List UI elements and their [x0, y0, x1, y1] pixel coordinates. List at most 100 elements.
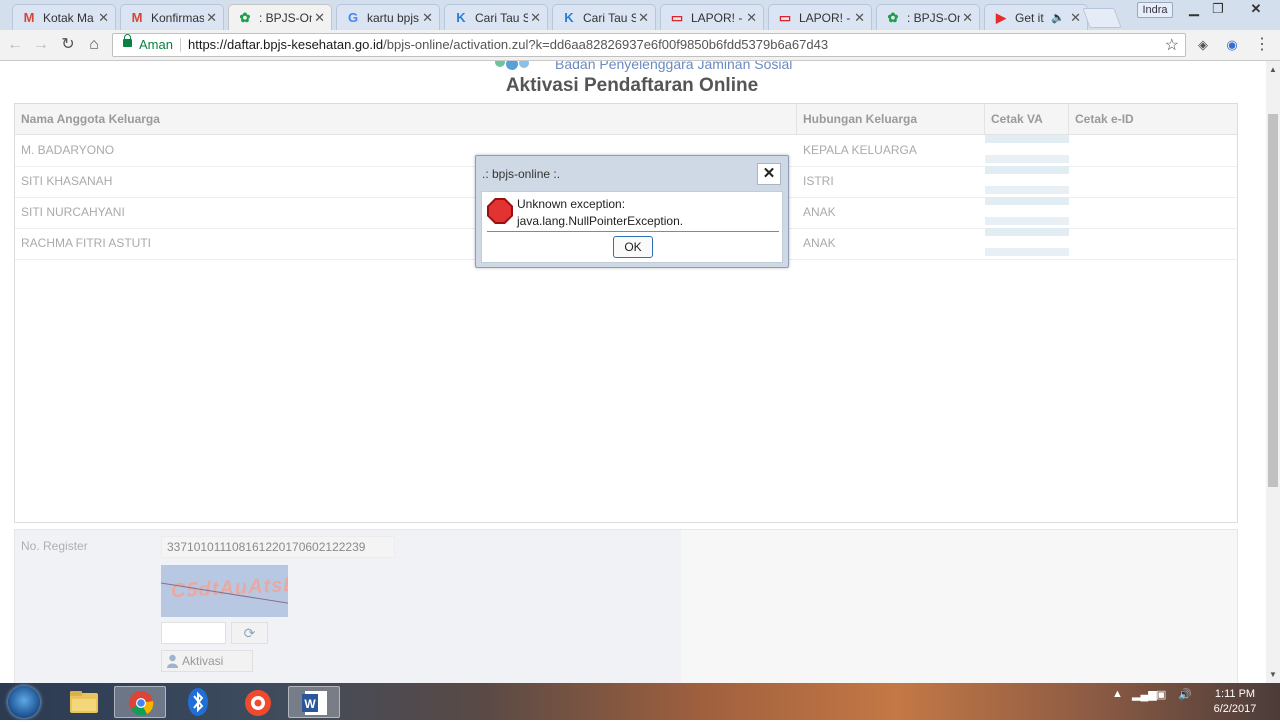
- vertical-scrollbar[interactable]: ▲ ▼: [1266, 61, 1280, 683]
- bookmark-star-icon[interactable]: ☆: [1165, 35, 1179, 55]
- bpjs-icon: ✿: [239, 9, 251, 25]
- table-header: Nama Anggota Keluarga Hubungan Keluarga …: [15, 104, 1237, 135]
- messenger-app-icon[interactable]: [230, 686, 282, 718]
- windows-taskbar: W ▲ ▂▄▆ ▣ 🔊 1:11 PM 6/2/2017: [0, 683, 1280, 720]
- close-tab-icon[interactable]: ✕: [638, 10, 649, 26]
- word-icon[interactable]: W: [288, 686, 340, 718]
- menu-icon[interactable]: ⋮: [1252, 35, 1272, 55]
- user-icon: [167, 654, 178, 668]
- close-tab-icon[interactable]: ✕: [746, 10, 757, 26]
- browser-tab[interactable]: K Cari Tau S ✕: [444, 4, 548, 30]
- lapor-icon: ▭: [778, 9, 792, 25]
- close-tab-icon[interactable]: ✕: [854, 10, 865, 26]
- print-va-cell[interactable]: [985, 197, 1069, 228]
- browser-tab[interactable]: K Cari Tau S ✕: [552, 4, 656, 30]
- new-tab-button[interactable]: [1082, 8, 1122, 28]
- divider: [180, 38, 181, 52]
- register-label: No. Register: [21, 539, 88, 553]
- browser-tab[interactable]: ▭ LAPOR! - ✕: [660, 4, 764, 30]
- profile-button[interactable]: Indra: [1137, 2, 1173, 18]
- url-text[interactable]: https://daftar.bpjs-kesehatan.go.id/bpjs…: [188, 37, 828, 52]
- close-tab-icon[interactable]: ✕: [206, 10, 217, 26]
- extension-globe-icon[interactable]: ◉: [1222, 35, 1242, 55]
- tab-title: Kotak Ma: [43, 10, 94, 25]
- url-host: https://daftar.bpjs-kesehatan.go.id: [188, 37, 384, 52]
- close-window-icon[interactable]: ✕: [1236, 1, 1276, 17]
- column-header-relation[interactable]: Hubungan Keluarga: [797, 104, 985, 134]
- gmail-icon: M: [131, 10, 143, 25]
- show-hidden-icons-icon[interactable]: ▲: [1112, 688, 1123, 700]
- dialog-body: Unknown exception: java.lang.NullPointer…: [481, 191, 783, 263]
- browser-toolbar: ← → ↻ ⌂ Aman https://daftar.bpjs-kesehat…: [0, 30, 1280, 61]
- network-signal-icon[interactable]: ▂▄▆: [1132, 688, 1157, 701]
- column-header-print-va[interactable]: Cetak VA: [985, 104, 1069, 134]
- member-relation: ISTRI: [803, 174, 834, 188]
- captcha-input[interactable]: [161, 622, 226, 644]
- column-header-name[interactable]: Nama Anggota Keluarga: [15, 104, 797, 134]
- tab-title: Cari Tau S: [583, 10, 637, 25]
- close-tab-icon[interactable]: ✕: [530, 10, 541, 26]
- tab-title: LAPOR! -: [691, 10, 743, 25]
- restore-icon[interactable]: ❐: [1208, 1, 1228, 17]
- close-dialog-icon[interactable]: ✕: [757, 163, 781, 185]
- battery-icon[interactable]: ▣: [1156, 688, 1166, 701]
- print-va-cell[interactable]: [985, 228, 1069, 259]
- extension-icon[interactable]: ◈: [1193, 35, 1213, 55]
- member-name: SITI NURCAHYANI: [21, 205, 125, 219]
- browser-tab[interactable]: M Kotak Ma ✕: [12, 4, 116, 30]
- error-dialog: .: bpjs-online :. ✕ Unknown exception: j…: [475, 155, 789, 268]
- lock-icon: [123, 34, 132, 47]
- scroll-thumb[interactable]: [1268, 114, 1278, 487]
- google-icon: G: [347, 10, 359, 25]
- ok-button[interactable]: OK: [613, 236, 653, 258]
- forward-icon[interactable]: →: [31, 35, 51, 55]
- register-number-field: 337101011108161220170602122239: [161, 536, 395, 558]
- print-va-cell[interactable]: [985, 135, 1069, 166]
- print-va-cell[interactable]: [985, 166, 1069, 197]
- browser-tab[interactable]: ▶ Get it 🔈 ✕: [984, 4, 1088, 30]
- close-tab-icon[interactable]: ✕: [1070, 10, 1081, 26]
- clock-date: 6/2/2017: [1213, 703, 1257, 715]
- scroll-up-icon[interactable]: ▲: [1269, 65, 1277, 74]
- scroll-down-icon[interactable]: ▼: [1269, 670, 1277, 679]
- clock-time: 1:11 PM: [1214, 688, 1256, 700]
- member-name: M. BADARYONO: [21, 143, 115, 157]
- browser-tab[interactable]: ▭ LAPOR! - ✕: [768, 4, 872, 30]
- volume-icon[interactable]: 🔊: [1178, 688, 1192, 701]
- address-bar[interactable]: Aman https://daftar.bpjs-kesehatan.go.id…: [112, 33, 1186, 57]
- bluetooth-icon[interactable]: [172, 686, 224, 718]
- file-explorer-icon[interactable]: [58, 686, 110, 718]
- dialog-title: .: bpjs-online :.: [482, 167, 561, 181]
- divider: [487, 231, 779, 232]
- start-button[interactable]: [8, 686, 40, 718]
- close-tab-icon[interactable]: ✕: [962, 10, 973, 26]
- home-icon[interactable]: ⌂: [84, 35, 104, 55]
- bpjs-logo-icon: [495, 61, 529, 70]
- refresh-captcha-button[interactable]: ⟳: [231, 622, 268, 644]
- system-clock[interactable]: 1:11 PM 6/2/2017: [1196, 687, 1274, 717]
- browser-tab-active[interactable]: ✿ : BPJS-On ✕: [228, 4, 332, 30]
- activate-label: Aktivasi: [182, 654, 224, 668]
- back-icon[interactable]: ←: [5, 35, 25, 55]
- close-tab-icon[interactable]: ✕: [422, 10, 433, 26]
- member-relation: KEPALA KELUARGA: [803, 143, 917, 157]
- page-title: Aktivasi Pendaftaran Online: [505, 75, 759, 96]
- chrome-icon[interactable]: [114, 686, 166, 718]
- browser-tab[interactable]: ✿ : BPJS-On ✕: [876, 4, 980, 30]
- activate-button[interactable]: Aktivasi: [161, 650, 253, 672]
- reload-icon[interactable]: ↻: [58, 35, 78, 55]
- tab-title: Cari Tau S: [475, 10, 529, 25]
- error-stop-icon: [487, 198, 513, 224]
- youtube-icon: ▶: [996, 9, 1006, 25]
- close-tab-icon[interactable]: ✕: [314, 10, 325, 26]
- tab-title: Get it: [1015, 10, 1044, 25]
- audio-playing-icon[interactable]: 🔈: [1051, 11, 1065, 24]
- caritau-icon: K: [564, 10, 574, 25]
- bpjs-icon: ✿: [887, 9, 899, 25]
- browser-tab[interactable]: G kartu bpjs ✕: [336, 4, 440, 30]
- column-header-print-eid[interactable]: Cetak e-ID: [1069, 104, 1237, 134]
- refresh-icon: ⟳: [243, 625, 256, 641]
- minimize-icon[interactable]: ▁: [1184, 1, 1204, 17]
- browser-tab[interactable]: M Konfirmas ✕: [120, 4, 224, 30]
- close-tab-icon[interactable]: ✕: [98, 10, 109, 26]
